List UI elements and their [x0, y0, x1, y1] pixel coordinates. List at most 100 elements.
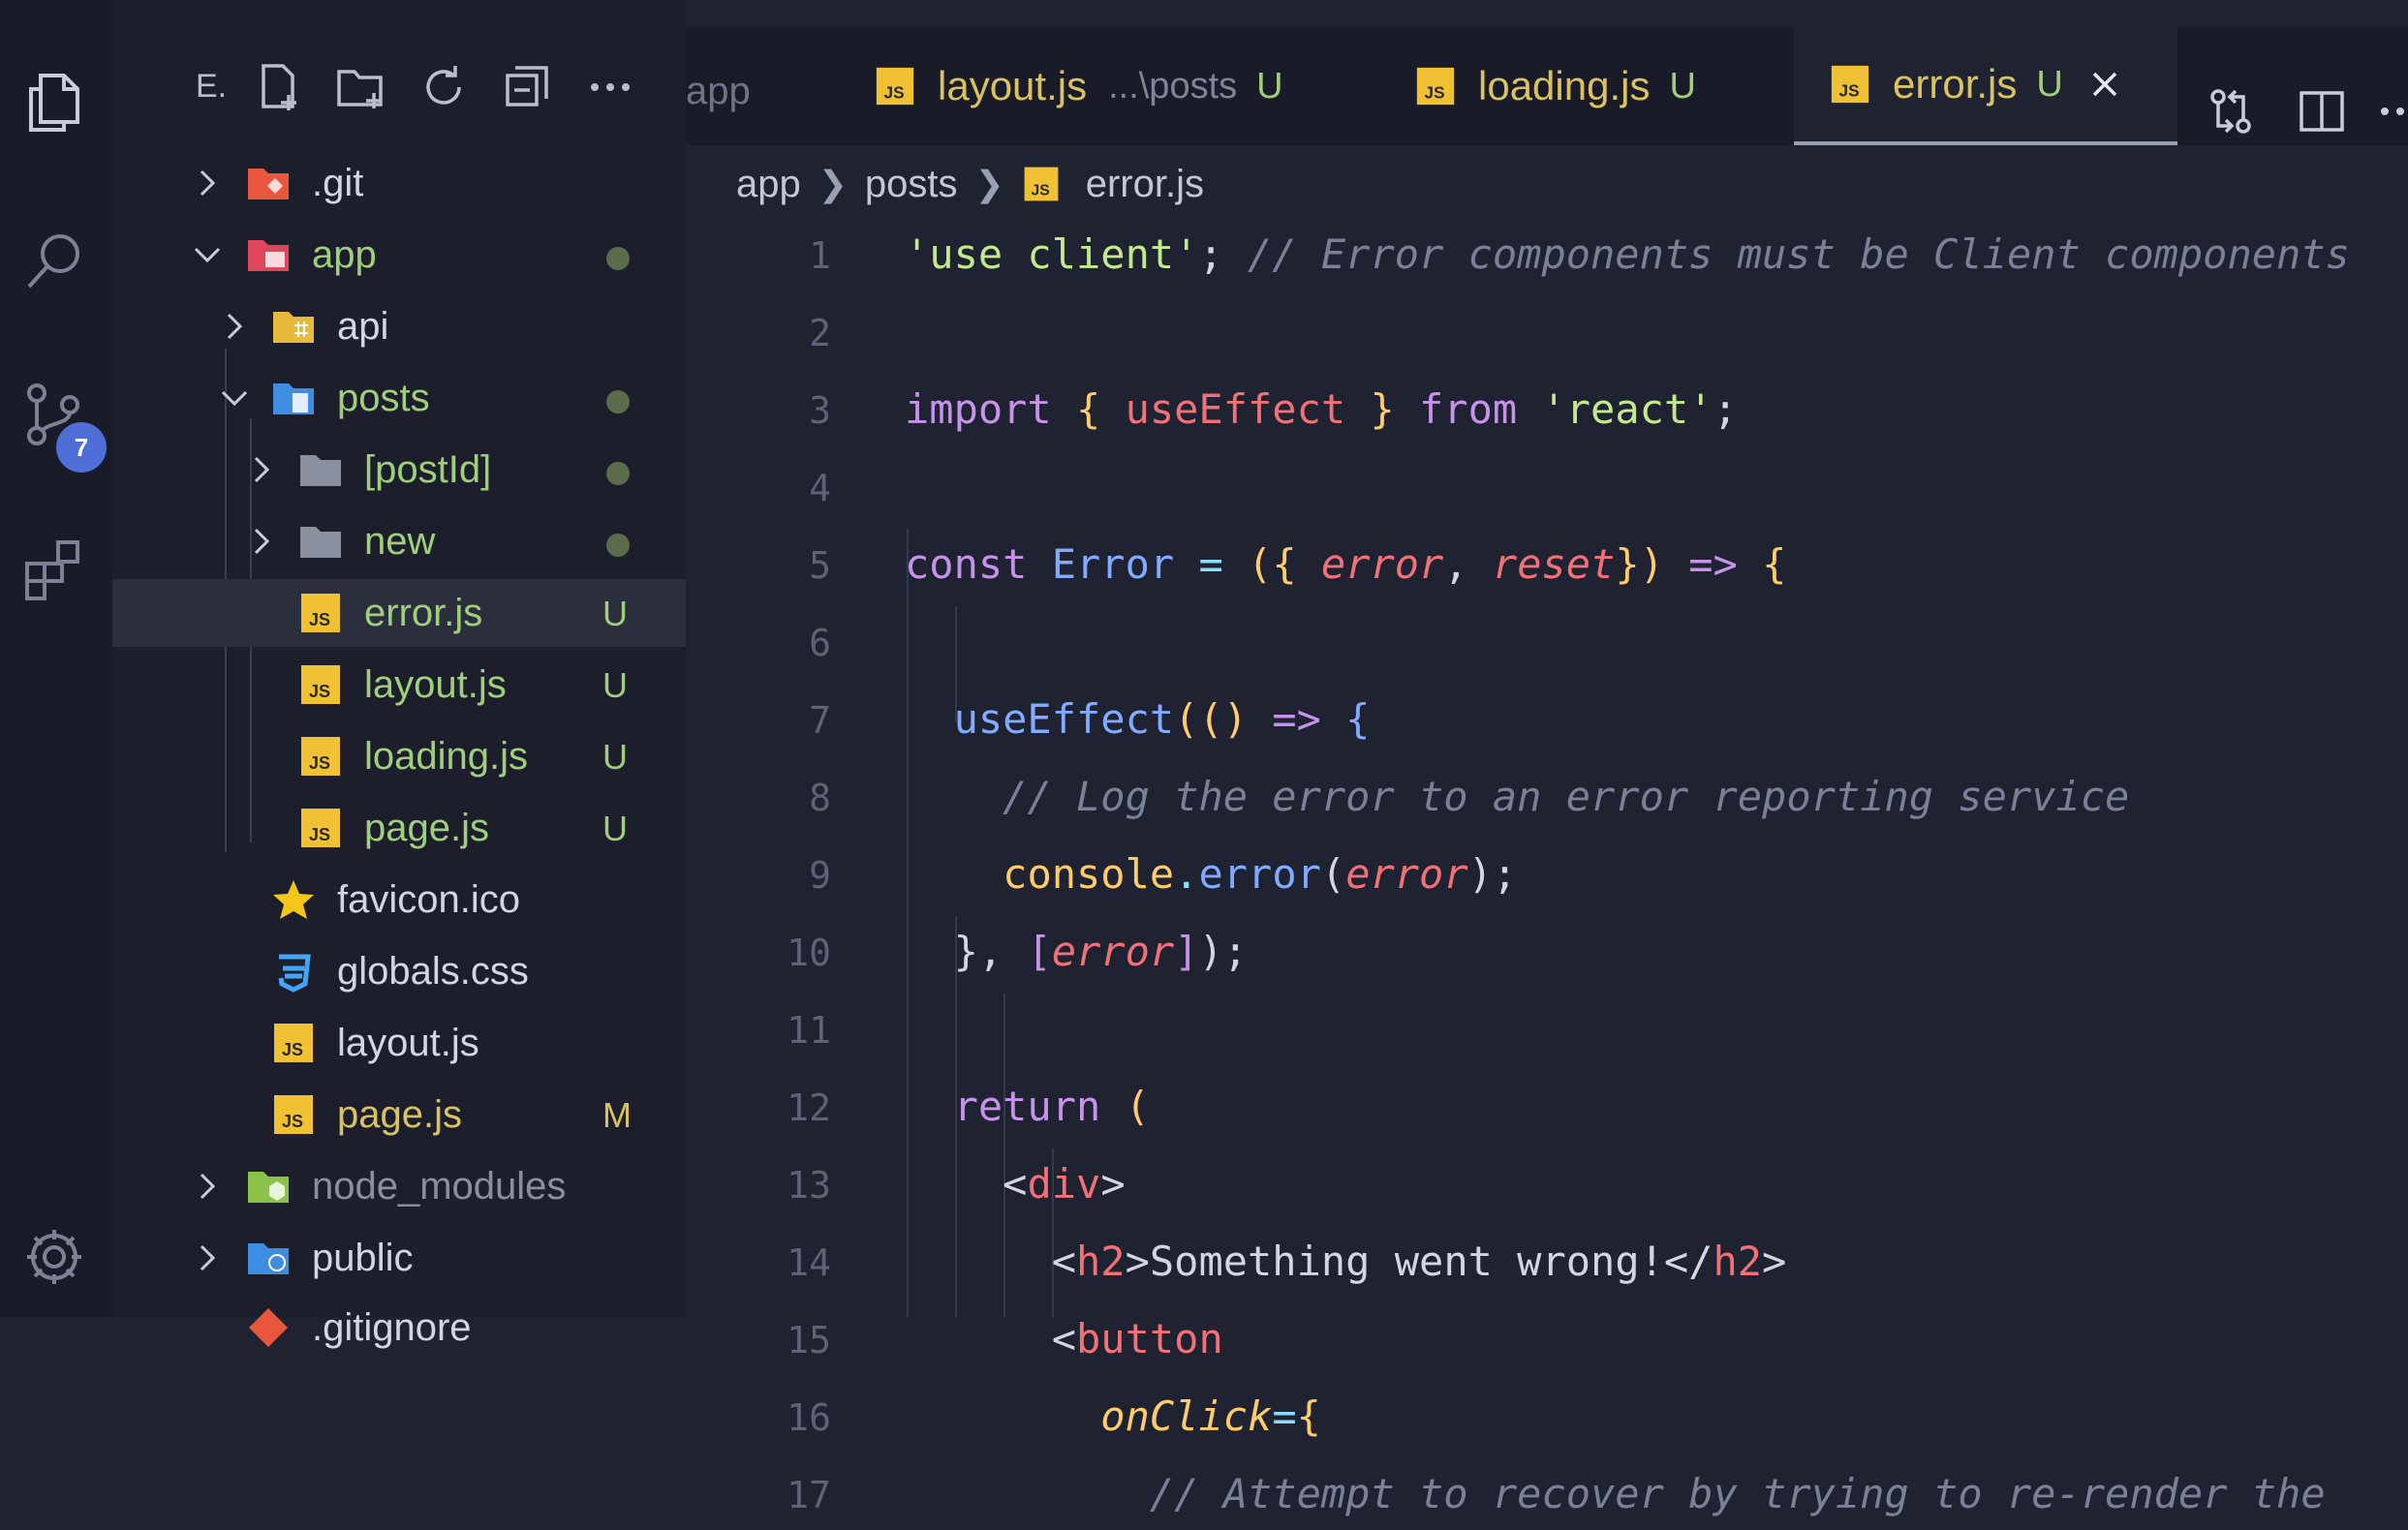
- new-folder-icon[interactable]: [333, 60, 387, 114]
- code-editor[interactable]: 1 'use client'; // Error components must …: [686, 219, 2408, 1517]
- code-line[interactable]: 12 return (: [686, 1081, 2408, 1143]
- code-line[interactable]: 2: [686, 306, 2408, 368]
- new-file-icon[interactable]: [252, 60, 306, 114]
- code-line[interactable]: 3 import { useEffect } from 'react';: [686, 383, 2408, 445]
- code-line[interactable]: 5 const Error = ({ error, reset}) => {: [686, 538, 2408, 600]
- files-icon[interactable]: [14, 62, 95, 143]
- code-token: // Attempt to recover by trying to re-re…: [1149, 1470, 2326, 1517]
- line-number: 6: [809, 622, 831, 664]
- tab-label: error.js: [1893, 61, 2018, 107]
- svg-text:JS: JS: [1425, 82, 1445, 102]
- more-actions-icon[interactable]: [2375, 85, 2408, 138]
- code-line[interactable]: 10 }, [error]);: [686, 926, 2408, 988]
- js-file-icon: JS: [298, 591, 343, 635]
- refresh-icon[interactable]: [417, 60, 471, 114]
- code-token: );: [1467, 850, 1518, 898]
- tree-item-posts[interactable]: posts: [112, 364, 686, 432]
- line-number: 7: [809, 699, 831, 742]
- svg-text:JS: JS: [1839, 80, 1860, 100]
- split-editor-icon[interactable]: [2296, 85, 2348, 138]
- svg-text:JS: JS: [309, 682, 330, 701]
- code-line[interactable]: 15 <button: [686, 1313, 2408, 1375]
- tree-item-gitignore[interactable]: .gitignore: [112, 1294, 686, 1362]
- chevron-right-icon: [244, 524, 279, 559]
- tree-item-node-modules[interactable]: node_modules: [112, 1152, 686, 1220]
- line-number: 11: [787, 1009, 831, 1052]
- search-icon[interactable]: [14, 221, 95, 302]
- tree-item-layout-js[interactable]: JS layout.js U: [112, 651, 686, 719]
- gear-icon[interactable]: [14, 1216, 95, 1298]
- svg-text:JS: JS: [884, 82, 905, 102]
- code-line[interactable]: 11: [686, 1003, 2408, 1065]
- code-line[interactable]: 6: [686, 616, 2408, 678]
- tree-item-favicon[interactable]: favicon.ico: [112, 866, 686, 933]
- breadcrumb: app ❯ posts ❯ JS error.js: [736, 157, 1204, 211]
- tree-item-app-layout-js[interactable]: JS layout.js: [112, 1009, 686, 1077]
- close-icon[interactable]: [2088, 68, 2121, 101]
- tree-item-public[interactable]: public: [112, 1224, 686, 1292]
- js-file-icon: JS: [271, 1021, 316, 1065]
- line-number: 5: [809, 544, 831, 587]
- app-folder-icon: [246, 232, 291, 277]
- git-status: M: [602, 1095, 632, 1135]
- code-token: (: [1100, 1083, 1150, 1130]
- code-line[interactable]: 8 // Log the error to an error reporting…: [686, 771, 2408, 833]
- code-token: reset: [1492, 540, 1616, 588]
- code-line[interactable]: 1 'use client'; // Error components must …: [686, 229, 2408, 291]
- code-token: {: [1737, 540, 1787, 588]
- tree-item-new[interactable]: new: [112, 507, 686, 575]
- api-folder-icon: [271, 304, 316, 349]
- breadcrumb-posts[interactable]: posts: [865, 163, 958, 206]
- posts-folder-icon: [271, 376, 316, 420]
- code-token: // Error components must be Client compo…: [1248, 230, 2350, 278]
- code-line[interactable]: 7 useEffect(() => {: [686, 693, 2408, 755]
- code-token: Error: [1051, 540, 1175, 588]
- extensions-icon[interactable]: [14, 529, 95, 610]
- chevron-right-icon: ❯: [974, 164, 1004, 203]
- code-line[interactable]: 13 <div>: [686, 1158, 2408, 1220]
- tree-item-app-page-js[interactable]: JS page.js M: [112, 1081, 686, 1148]
- tree-item-label: [postId]: [364, 448, 492, 491]
- tree-item-error-js[interactable]: JS error.js U: [112, 579, 686, 647]
- tree-item-api[interactable]: api: [112, 292, 686, 360]
- collapse-all-icon[interactable]: [500, 60, 554, 114]
- code-token: >: [1762, 1238, 1787, 1285]
- tree-item-label: layout.js: [364, 663, 507, 706]
- tab-layout-js[interactable]: JS layout.js ...\posts U: [874, 27, 1387, 145]
- code-line[interactable]: 14 <h2>Something went wrong!</h2>: [686, 1236, 2408, 1298]
- code-line[interactable]: 16 onClick={: [686, 1391, 2408, 1453]
- tree-item-git[interactable]: .git: [112, 149, 686, 217]
- tree-item-loading-js[interactable]: JS loading.js U: [112, 722, 686, 790]
- breadcrumb-file[interactable]: error.js: [1086, 163, 1204, 206]
- line-number: 17: [787, 1474, 831, 1516]
- tree-item-globals-css[interactable]: globals.css: [112, 937, 686, 1005]
- tree-item-label: error.js: [364, 592, 483, 634]
- svg-text:JS: JS: [282, 1040, 303, 1059]
- code-token: },: [953, 928, 1028, 975]
- tab-error-js[interactable]: JS error.js U: [1794, 27, 2177, 145]
- tree-item-app[interactable]: app: [112, 221, 686, 289]
- git-folder-icon: [246, 161, 291, 205]
- folder-icon: [298, 519, 343, 564]
- tab-loading-js[interactable]: JS loading.js U: [1414, 27, 1763, 145]
- code-token: >Something went wrong!</: [1125, 1238, 1713, 1285]
- more-icon[interactable]: [583, 60, 637, 114]
- compare-changes-icon[interactable]: [2205, 85, 2257, 138]
- tree-item-page-js[interactable]: JS page.js U: [112, 794, 686, 862]
- code-line[interactable]: 4: [686, 461, 2408, 523]
- code-line[interactable]: 9 console.error(error);: [686, 848, 2408, 910]
- code-token: <: [1051, 1238, 1077, 1285]
- explorer-title: E.: [196, 68, 228, 105]
- breadcrumb-app[interactable]: app: [736, 163, 801, 206]
- tree-item-postid[interactable]: [postId]: [112, 436, 686, 504]
- code-token: div: [1027, 1160, 1101, 1208]
- tab-status: U: [2036, 63, 2063, 105]
- tab-partial[interactable]: app: [686, 70, 751, 113]
- code-line[interactable]: 17 // Attempt to recover by trying to re…: [686, 1468, 2408, 1530]
- code-token: useEffect: [953, 695, 1175, 743]
